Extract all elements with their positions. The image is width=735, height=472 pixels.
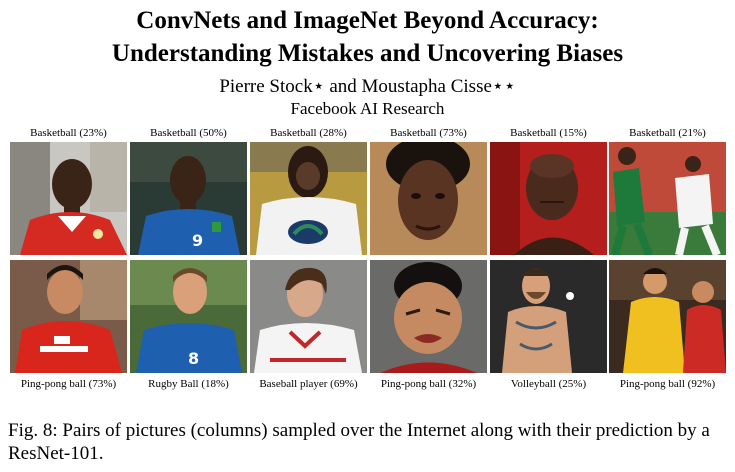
bottom-prediction-label: Ping-pong ball (92%) [619,378,716,390]
image-column-4: Basketball (73%) Ping-pong ball (32%) [370,127,487,391]
photo-footballers-green-white [609,142,726,255]
authors: Pierre Stock⋆ and Moustapha Cisse⋆⋆ [219,76,516,97]
title-line-2: Understanding Mistakes and Uncovering Bi… [111,40,624,67]
photo-weightlifter-face-closeup [370,260,487,373]
photo-footballer-red-jersey [10,142,127,255]
bottom-prediction-label: Rugby Ball (18%) [148,378,229,390]
photo-athlete-face-closeup [370,142,487,255]
image-column-1: Basketball (23%) Ping-pong ball (73%) [10,127,127,391]
top-prediction-label: Basketball (73%) [390,127,467,139]
photo-footballer-blue-italy-8: 8 [130,260,247,373]
top-prediction-label: Basketball (50%) [150,127,227,139]
svg-text:8: 8 [188,349,199,368]
photo-boxer-red-background [490,142,607,255]
top-prediction-label: Basketball (23%) [30,127,107,139]
bottom-prediction-label: Baseball player (69%) [259,378,358,390]
affiliation: Facebook AI Research [290,99,445,118]
top-prediction-label: Basketball (15%) [510,127,587,139]
image-column-3: Basketball (28%) Baseball player (69%) [250,127,367,391]
figure-caption: Fig. 8: Pairs of pictures (columns) samp… [8,420,710,464]
paper-title: ConvNets and ImageNet Beyond Accuracy: U… [0,4,735,70]
image-column-6: Basketball (21%) Ping-pong ball (92%) [609,127,726,391]
svg-text:9: 9 [192,231,203,250]
bottom-prediction-label: Ping-pong ball (73%) [20,378,117,390]
top-prediction-label: Basketball (28%) [270,127,347,139]
title-line-1: ConvNets and ImageNet Beyond Accuracy: [136,7,599,34]
photo-fighter-shirtless-tattoo [490,260,607,373]
image-column-5: Basketball (15%) Volleyball (25%) [490,127,607,391]
photo-fan-white-hockey-jersey [250,142,367,255]
photo-footballer-red-evergrande-jersey [10,260,127,373]
bottom-prediction-label: Ping-pong ball (32%) [380,378,477,390]
top-prediction-label: Basketball (21%) [629,127,706,139]
photo-hockey-player-white-jersey [250,260,367,373]
image-column-2: Basketball (50%) 9 8 Rugby Ball (18%) [130,127,247,391]
bottom-prediction-label: Volleyball (25%) [510,378,587,390]
photo-footballer-blue-italy-9: 9 [130,142,247,255]
photo-footballers-yellow-red [609,260,726,373]
